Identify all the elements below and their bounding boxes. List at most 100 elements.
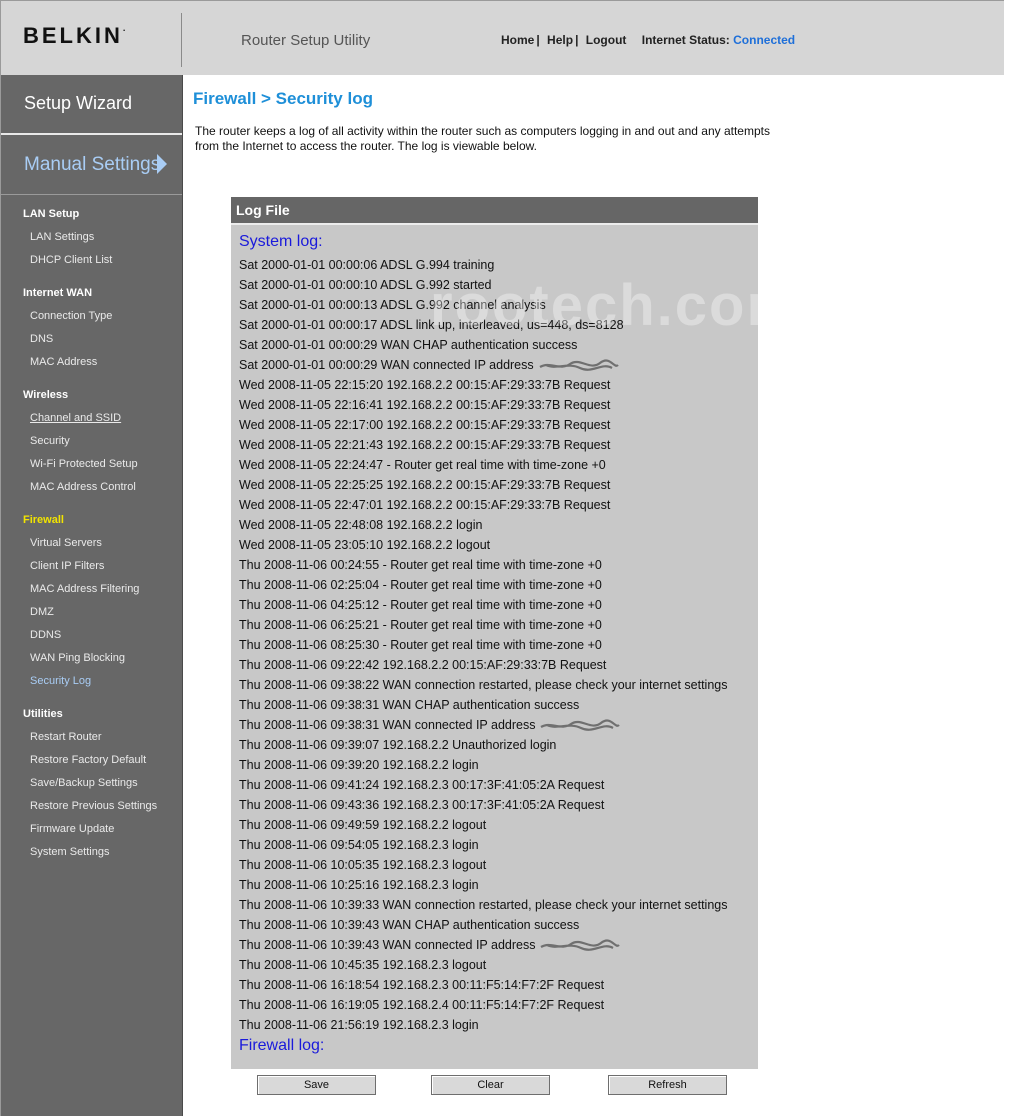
log-line: Sat 2000-01-01 00:00:10 ADSL G.992 start…: [239, 275, 755, 295]
sidebar-item-mac-address[interactable]: MAC Address: [30, 356, 97, 368]
redacted-ip-scribble: [540, 939, 621, 951]
sidebar-item-channel-and-ssid[interactable]: Channel and SSID: [30, 412, 121, 424]
sidebar-heading-utilities: Utilities: [23, 708, 63, 720]
log-line: Thu 2008-11-06 09:38:22 WAN connection r…: [239, 675, 755, 695]
log-line: Thu 2008-11-06 10:45:35 192.168.2.3 logo…: [239, 955, 755, 975]
sidebar-item-dns[interactable]: DNS: [30, 333, 53, 345]
log-line: Sat 2000-01-01 00:00:06 ADSL G.994 train…: [239, 255, 755, 275]
logo-mark: .: [122, 23, 126, 33]
log-line: Thu 2008-11-06 09:38:31 WAN connected IP…: [239, 715, 755, 735]
sidebar-item-wifi-protected-setup[interactable]: Wi-Fi Protected Setup: [30, 458, 138, 470]
log-line-text: Thu 2008-11-06 04:25:12 - Router get rea…: [239, 598, 602, 612]
internet-status-value: Connected: [733, 33, 796, 47]
manual-settings-link[interactable]: Manual Settings: [24, 154, 160, 176]
log-line: Thu 2008-11-06 10:05:35 192.168.2.3 logo…: [239, 855, 755, 875]
header-divider: [181, 13, 182, 67]
sidebar-item-restore-factory-default[interactable]: Restore Factory Default: [30, 754, 146, 766]
system-log-title: System log:: [239, 233, 323, 250]
page-right-margin: [1004, 0, 1022, 1116]
sidebar-item-virtual-servers[interactable]: Virtual Servers: [30, 537, 102, 549]
sidebar-item-security[interactable]: Security: [30, 435, 70, 447]
sidebar-item-wan-ping-blocking[interactable]: WAN Ping Blocking: [30, 652, 125, 664]
sidebar-item-mac-address-control[interactable]: MAC Address Control: [30, 481, 136, 493]
sidebar-item-lan-settings[interactable]: LAN Settings: [30, 231, 94, 243]
system-log-list: Sat 2000-01-01 00:00:06 ADSL G.994 train…: [239, 255, 755, 1035]
log-line-text: Wed 2008-11-05 22:15:20 192.168.2.2 00:1…: [239, 378, 611, 392]
log-line-text: Thu 2008-11-06 09:49:59 192.168.2.2 logo…: [239, 818, 487, 832]
page-description: The router keeps a log of all activity w…: [195, 124, 770, 153]
log-line-text: Thu 2008-11-06 16:19:05 192.168.2.4 00:1…: [239, 998, 605, 1012]
clear-button[interactable]: Clear: [431, 1075, 550, 1095]
log-line: Thu 2008-11-06 21:56:19 192.168.2.3 logi…: [239, 1015, 755, 1035]
sidebar-item-system-settings[interactable]: System Settings: [30, 846, 109, 858]
sidebar-item-dmz[interactable]: DMZ: [30, 606, 54, 618]
log-line-text: Thu 2008-11-06 10:05:35 192.168.2.3 logo…: [239, 858, 487, 872]
sidebar-border: [182, 75, 183, 1116]
sidebar-item-firmware-update[interactable]: Firmware Update: [30, 823, 114, 835]
sidebar-item-client-ip-filters[interactable]: Client IP Filters: [30, 560, 104, 572]
log-line: Thu 2008-11-06 02:25:04 - Router get rea…: [239, 575, 755, 595]
log-line: Thu 2008-11-06 09:49:59 192.168.2.2 logo…: [239, 815, 755, 835]
log-line: Thu 2008-11-06 09:38:31 WAN CHAP authent…: [239, 695, 755, 715]
header-bar: BELKIN. Router Setup Utility Home | Help |…: [0, 0, 1004, 75]
sidebar-item-dhcp-client-list[interactable]: DHCP Client List: [30, 254, 112, 266]
internet-status-label: Internet Status:: [641, 33, 730, 47]
sidebar-heading-lan-setup: LAN Setup: [23, 208, 80, 220]
home-link[interactable]: Home: [501, 33, 534, 47]
log-line: Wed 2008-11-05 22:25:25 192.168.2.2 00:1…: [239, 475, 755, 495]
log-line: Thu 2008-11-06 10:39:43 WAN CHAP authent…: [239, 915, 755, 935]
sidebar-item-connection-type[interactable]: Connection Type: [30, 310, 112, 322]
log-line-text: Thu 2008-11-06 21:56:19 192.168.2.3 logi…: [239, 1018, 479, 1032]
log-line-text: Sat 2000-01-01 00:00:17 ADSL link up, in…: [239, 318, 624, 332]
log-line-text: Thu 2008-11-06 10:39:43 WAN connected IP…: [239, 938, 536, 952]
utility-title: Router Setup Utility: [241, 32, 371, 49]
log-line-text: Wed 2008-11-05 22:21:43 192.168.2.2 00:1…: [239, 438, 611, 452]
logo-text: BELKIN: [23, 23, 123, 48]
log-line: Wed 2008-11-05 22:47:01 192.168.2.2 00:1…: [239, 495, 755, 515]
sidebar-item-security-log[interactable]: Security Log: [30, 675, 91, 687]
log-line: Sat 2000-01-01 00:00:29 WAN connected IP…: [239, 355, 755, 375]
sidebar: Setup Wizard Manual Settings LAN Setup L…: [0, 75, 183, 1116]
log-line-text: Thu 2008-11-06 10:39:33 WAN connection r…: [239, 898, 728, 912]
save-button[interactable]: Save: [257, 1075, 376, 1095]
log-line: Thu 2008-11-06 00:24:55 - Router get rea…: [239, 555, 755, 575]
log-line: Wed 2008-11-05 22:17:00 192.168.2.2 00:1…: [239, 415, 755, 435]
log-body: System log: Sat 2000-01-01 00:00:06 ADSL…: [239, 231, 755, 1057]
log-line-text: Thu 2008-11-06 02:25:04 - Router get rea…: [239, 578, 602, 592]
log-line: Wed 2008-11-05 23:05:10 192.168.2.2 logo…: [239, 535, 755, 555]
arrow-right-icon: [157, 154, 167, 174]
log-line: Thu 2008-11-06 04:25:12 - Router get rea…: [239, 595, 755, 615]
log-line-text: Sat 2000-01-01 00:00:10 ADSL G.992 start…: [239, 278, 492, 292]
log-line: Wed 2008-11-05 22:24:47 - Router get rea…: [239, 455, 755, 475]
log-line-text: Thu 2008-11-06 09:43:36 192.168.2.3 00:1…: [239, 798, 605, 812]
log-line: Wed 2008-11-05 22:21:43 192.168.2.2 00:1…: [239, 435, 755, 455]
log-line: Sat 2000-01-01 00:00:29 WAN CHAP authent…: [239, 335, 755, 355]
sidebar-divider: [1, 133, 183, 135]
sidebar-heading-firewall: Firewall: [23, 514, 64, 526]
log-file-panel: Log File System log: Sat 2000-01-01 00:0…: [231, 197, 758, 1069]
log-line-text: Thu 2008-11-06 09:38:22 WAN connection r…: [239, 678, 728, 692]
page-title: Firewall > Security log: [193, 89, 373, 108]
log-line-text: Thu 2008-11-06 09:54:05 192.168.2.3 logi…: [239, 838, 479, 852]
log-line: Thu 2008-11-06 08:25:30 - Router get rea…: [239, 635, 755, 655]
log-line: Thu 2008-11-06 09:41:24 192.168.2.3 00:1…: [239, 775, 755, 795]
top-links: Home | Help | Logout Internet Status: Conn…: [501, 33, 795, 47]
log-line-text: Wed 2008-11-05 22:48:08 192.168.2.2 logi…: [239, 518, 483, 532]
setup-wizard-link[interactable]: Setup Wizard: [24, 93, 132, 114]
logout-link[interactable]: Logout: [586, 33, 627, 47]
sidebar-item-restart-router[interactable]: Restart Router: [30, 731, 102, 743]
sidebar-item-restore-previous-settings[interactable]: Restore Previous Settings: [30, 800, 157, 812]
firewall-log-title: Firewall log:: [239, 1037, 325, 1054]
sidebar-heading-wireless: Wireless: [23, 389, 69, 401]
log-line-text: Sat 2000-01-01 00:00:29 WAN connected IP…: [239, 358, 534, 372]
log-line-text: Wed 2008-11-05 23:05:10 192.168.2.2 logo…: [239, 538, 491, 552]
log-line: Thu 2008-11-06 16:18:54 192.168.2.3 00:1…: [239, 975, 755, 995]
log-line: Thu 2008-11-06 09:22:42 192.168.2.2 00:1…: [239, 655, 755, 675]
sidebar-item-ddns[interactable]: DDNS: [30, 629, 61, 641]
sidebar-item-save-backup-settings[interactable]: Save/Backup Settings: [30, 777, 138, 789]
help-link[interactable]: Help: [547, 33, 573, 47]
sidebar-item-mac-address-filtering[interactable]: MAC Address Filtering: [30, 583, 139, 595]
refresh-button[interactable]: Refresh: [608, 1075, 727, 1095]
log-line: Wed 2008-11-05 22:48:08 192.168.2.2 logi…: [239, 515, 755, 535]
redacted-ip-scribble: [539, 359, 619, 371]
